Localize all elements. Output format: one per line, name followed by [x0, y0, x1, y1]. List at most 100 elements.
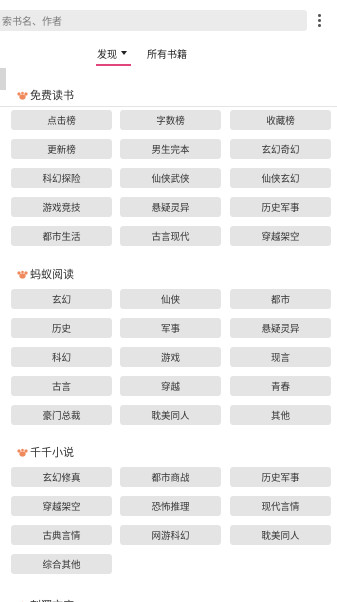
category-chip-label: 男生完本: [151, 145, 190, 156]
category-chip[interactable]: 网游科幻: [120, 525, 221, 545]
category-chip-label: 现代言情: [261, 502, 300, 513]
category-chip[interactable]: 玄幻: [11, 289, 112, 309]
category-chip-label: 悬疑灵异: [151, 203, 190, 214]
category-chip-label: 字数榜: [156, 116, 185, 127]
category-chip-label: 历史: [51, 324, 71, 335]
category-chip-label: 都市商战: [151, 473, 190, 484]
category-chip[interactable]: 男生完本: [120, 139, 221, 159]
category-chip[interactable]: 字数榜: [120, 110, 221, 130]
category-chip[interactable]: 更新榜: [11, 139, 112, 159]
category-chip-label: 历史军事: [261, 203, 300, 214]
section-title: 免费读书: [17, 88, 74, 102]
section-title: 蚂蚁阅读: [17, 267, 74, 281]
category-chip-label: 游戏竞技: [42, 203, 81, 214]
category-chip-label: 其他: [270, 411, 290, 422]
section-logo-icon: [17, 448, 28, 457]
category-chip-label: 古言: [51, 382, 71, 393]
category-chip[interactable]: 悬疑灵异: [120, 197, 221, 217]
more-vertical-icon[interactable]: [313, 11, 325, 29]
category-chip[interactable]: 青春: [230, 376, 331, 396]
category-chip-label: 穿越: [160, 382, 180, 393]
category-chip-label: 仙侠武侠: [151, 174, 190, 185]
category-chip[interactable]: 游戏: [120, 347, 221, 367]
section-title-label: 千千小说: [30, 446, 74, 459]
section-title-label: 蚂蚁阅读: [30, 268, 74, 281]
category-chip[interactable]: 历史军事: [230, 467, 331, 487]
section-logo-icon: [17, 91, 28, 100]
category-chip-label: 耽美同人: [261, 531, 300, 542]
category-chip[interactable]: 古言: [11, 376, 112, 396]
section-title: 千千小说: [17, 445, 74, 459]
category-chip[interactable]: 军事: [120, 318, 221, 338]
category-chip[interactable]: 科幻: [11, 347, 112, 367]
search-input[interactable]: 索书名、作者: [0, 10, 307, 31]
tab-all-books-label: 所有书籍: [147, 50, 187, 61]
category-chip[interactable]: 仙侠: [120, 289, 221, 309]
category-chip[interactable]: 穿越架空: [11, 496, 112, 516]
category-chip[interactable]: 玄幻修真: [11, 467, 112, 487]
category-chip-label: 玄幻修真: [42, 473, 81, 484]
category-chip[interactable]: 穿越: [120, 376, 221, 396]
category-chip[interactable]: 点击榜: [11, 110, 112, 130]
tab-all-books[interactable]: 所有书籍: [147, 46, 191, 67]
category-chip[interactable]: 综合其他: [11, 554, 112, 574]
category-chip-label: 点击榜: [47, 116, 76, 127]
caret-down-icon: [121, 51, 127, 55]
category-chip-label: 仙侠: [160, 295, 180, 306]
category-chip[interactable]: 现代言情: [230, 496, 331, 516]
category-chip[interactable]: 收藏榜: [230, 110, 331, 130]
category-chip[interactable]: 古言现代: [120, 226, 221, 246]
category-chip-label: 历史军事: [261, 473, 300, 484]
category-chip-label: 科幻探险: [42, 174, 81, 185]
category-chip[interactable]: 仙侠玄幻: [230, 168, 331, 188]
category-chip-label: 恐怖推理: [151, 502, 190, 513]
category-chip-label: 玄幻: [51, 295, 71, 306]
search-placeholder: 索书名、作者: [2, 17, 62, 28]
category-chip-label: 游戏: [160, 353, 180, 364]
category-chip-label: 豪门总裁: [42, 411, 81, 422]
category-chip-label: 现言: [270, 353, 290, 364]
category-chip[interactable]: 游戏竞技: [11, 197, 112, 217]
category-chip[interactable]: 仙侠武侠: [120, 168, 221, 188]
tab-bar: 发现 所有书籍: [0, 40, 337, 107]
category-chip-label: 仙侠玄幻: [261, 174, 300, 185]
category-chip-label: 都市生活: [42, 232, 81, 243]
category-chip-label: 都市: [270, 295, 290, 306]
category-chip-label: 悬疑灵异: [261, 324, 300, 335]
category-chip[interactable]: 科幻探险: [11, 168, 112, 188]
category-chip-label: 玄幻奇幻: [261, 145, 300, 156]
category-chip[interactable]: 耽美同人: [230, 525, 331, 545]
tab-active-indicator: [96, 64, 131, 66]
category-chip[interactable]: 历史军事: [230, 197, 331, 217]
category-chip[interactable]: 豪门总裁: [11, 405, 112, 425]
category-chip-label: 网游科幻: [151, 531, 190, 542]
category-chip-label: 收藏榜: [266, 116, 295, 127]
category-chip[interactable]: 玄幻奇幻: [230, 139, 331, 159]
category-chip[interactable]: 穿越架空: [230, 226, 331, 246]
category-chip[interactable]: 悬疑灵异: [230, 318, 331, 338]
category-chip[interactable]: 现言: [230, 347, 331, 367]
category-chip-label: 更新榜: [47, 145, 76, 156]
category-chip[interactable]: 历史: [11, 318, 112, 338]
section-logo-icon: [17, 270, 28, 279]
category-chip[interactable]: 古典言情: [11, 525, 112, 545]
tab-discover-label: 发现: [97, 50, 117, 61]
section-title-label: 免费读书: [30, 89, 74, 102]
category-chip-label: 耽美同人: [151, 411, 190, 422]
category-chip-label: 穿越架空: [42, 502, 81, 513]
category-chip-label: 军事: [160, 324, 180, 335]
category-chip[interactable]: 都市: [230, 289, 331, 309]
section-title-label: 刺猬文库: [30, 597, 74, 602]
category-chip-label: 穿越架空: [261, 232, 300, 243]
tab-divider: [0, 106, 337, 107]
category-chip-label: 古典言情: [42, 531, 81, 542]
category-chip[interactable]: 都市商战: [120, 467, 221, 487]
category-chip[interactable]: 耽美同人: [120, 405, 221, 425]
category-chip[interactable]: 都市生活: [11, 226, 112, 246]
scrollbar-thumb[interactable]: [0, 68, 6, 90]
tab-discover[interactable]: 发现: [96, 46, 131, 67]
category-chip[interactable]: 其他: [230, 405, 331, 425]
section-title: 刺猬文库: [17, 598, 74, 602]
top-bar: 索书名、作者: [0, 0, 337, 40]
category-chip[interactable]: 恐怖推理: [120, 496, 221, 516]
